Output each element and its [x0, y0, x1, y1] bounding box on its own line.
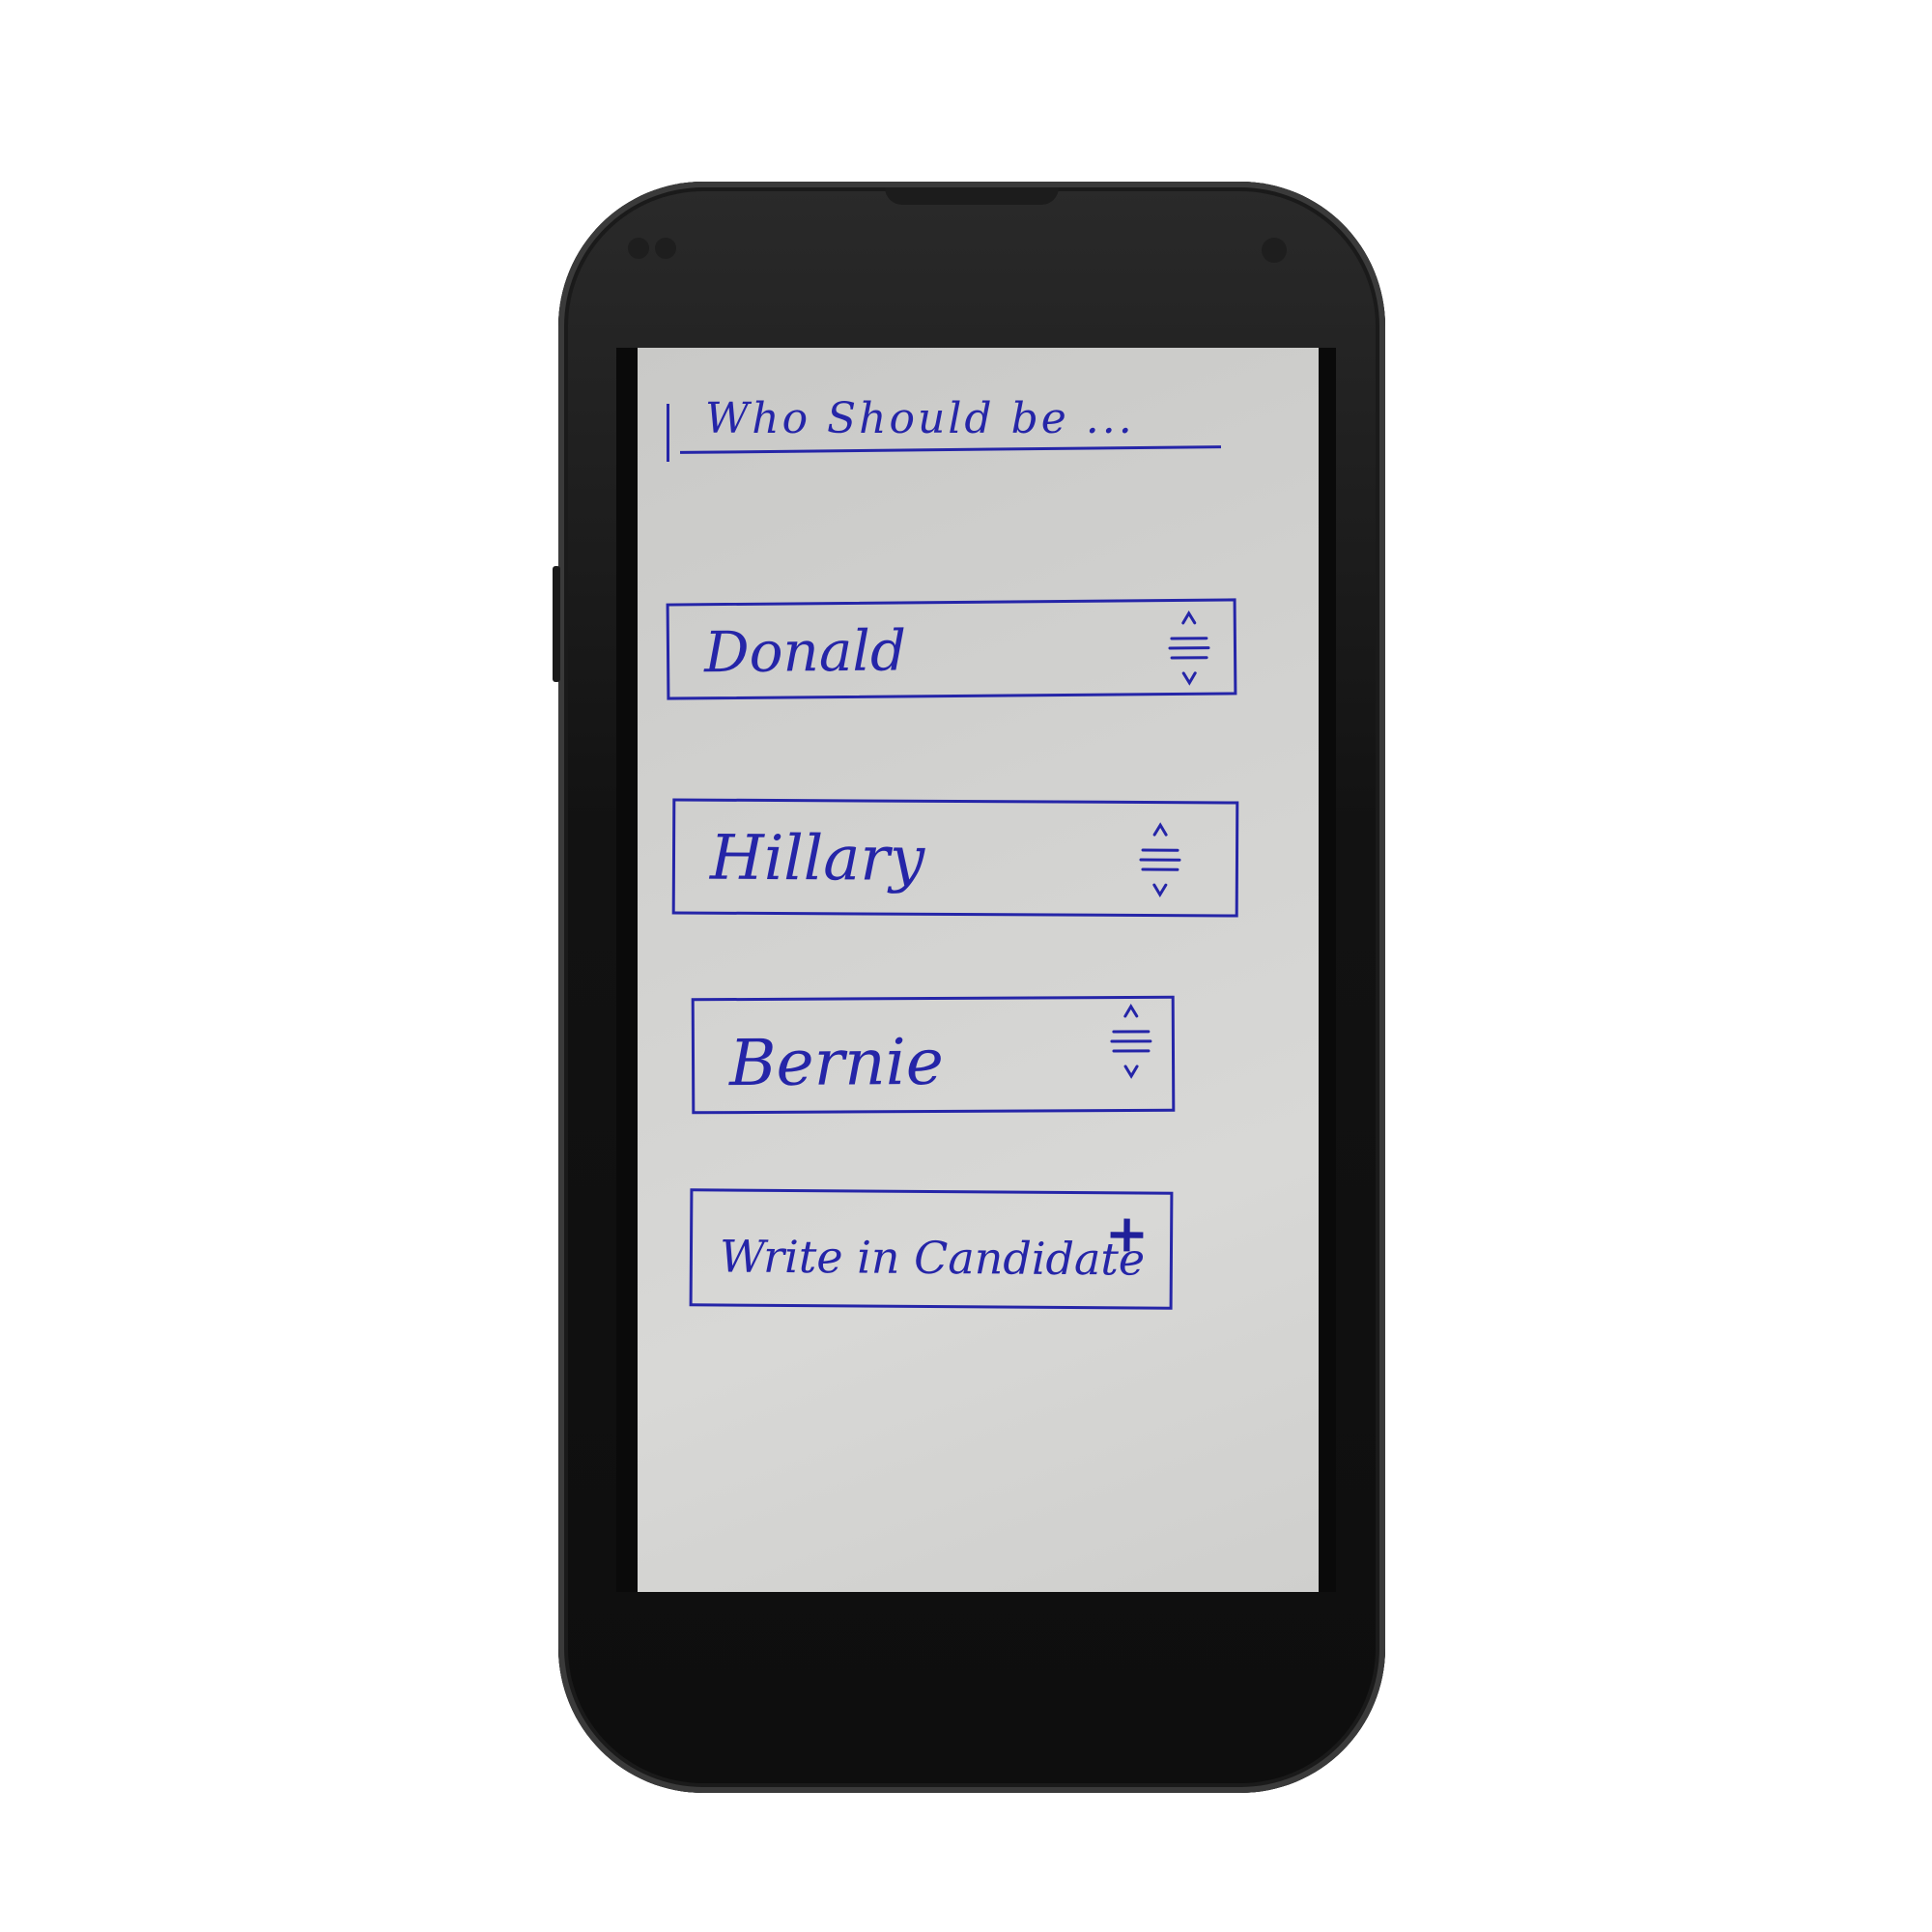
plus-icon[interactable]: + — [1105, 1203, 1150, 1264]
sort-updown-icon[interactable] — [1139, 821, 1181, 898]
candidate-label: Donald — [703, 617, 907, 686]
phone-frame: Who Should be ... Donald Hillary Bernie … — [553, 182, 1385, 1793]
sensor-dot — [655, 238, 676, 259]
candidate-label: Bernie — [728, 1024, 945, 1101]
volume-button[interactable] — [553, 566, 560, 682]
candidate-option-bernie[interactable]: Bernie — [691, 995, 1176, 1115]
title-underline — [679, 445, 1222, 454]
write-in-label: Write in Candidate — [719, 1230, 1146, 1286]
sketch-paper: Who Should be ... Donald Hillary Bernie … — [638, 348, 1319, 1592]
candidate-option-hillary[interactable]: Hillary — [671, 798, 1239, 918]
sort-updown-icon[interactable] — [1168, 610, 1211, 687]
sensor-dot — [628, 238, 649, 259]
screen: Who Should be ... Donald Hillary Bernie … — [616, 348, 1336, 1592]
front-camera — [1262, 238, 1287, 263]
write-in-candidate-button[interactable]: Write in Candidate + — [689, 1188, 1174, 1310]
candidate-label: Hillary — [709, 822, 925, 895]
sort-updown-icon[interactable] — [1110, 1003, 1152, 1080]
page-title: Who Should be ... — [705, 394, 1135, 443]
candidate-option-donald[interactable]: Donald — [666, 598, 1237, 700]
speaker-grille — [885, 187, 1059, 205]
title-bracket — [667, 404, 669, 462]
